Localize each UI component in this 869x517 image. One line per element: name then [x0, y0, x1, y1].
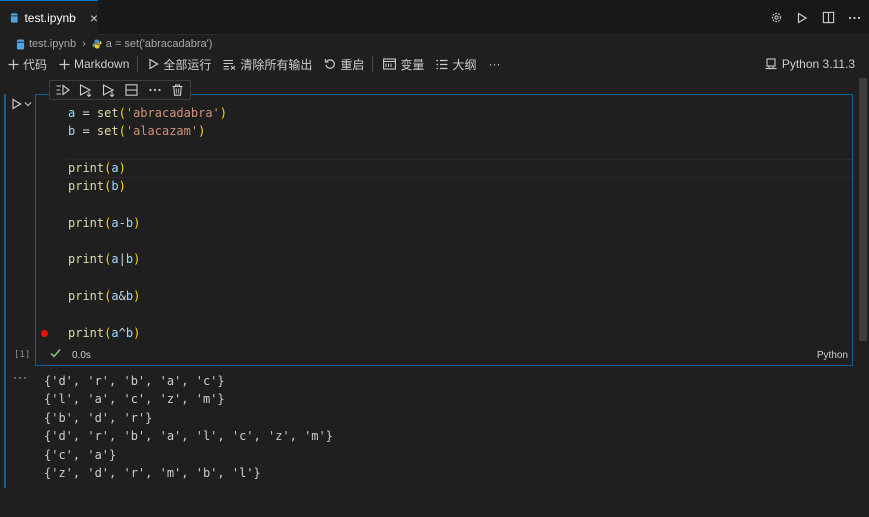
- python-icon: [92, 39, 102, 49]
- run-icon: [12, 98, 22, 110]
- restart-button[interactable]: 重启: [324, 54, 364, 74]
- code-line-9: print(a|b): [68, 252, 141, 267]
- notebook-icon: [10, 13, 18, 23]
- split-cell-icon[interactable]: [124, 83, 139, 98]
- output-line: {'d', 'r', 'b', 'a', 'l', 'c', 'z', 'm'}: [44, 429, 333, 444]
- cell-status-bar: 0.0s Python: [36, 346, 852, 364]
- split-editor-icon[interactable]: [821, 11, 835, 25]
- plus-icon: [59, 59, 70, 69]
- code-line-11: print(a&b): [68, 288, 141, 303]
- close-icon[interactable]: ×: [90, 11, 98, 25]
- notebook-icon: [16, 39, 25, 49]
- run-icon[interactable]: [795, 11, 809, 25]
- kernel-picker[interactable]: Python 3.11.3: [765, 54, 855, 74]
- clear-all-icon: [223, 59, 236, 70]
- code-line-13: print(a^b): [68, 325, 141, 340]
- cell-focus-indicator: [4, 94, 6, 488]
- code-line-2: b = set('alacazam'): [68, 124, 206, 139]
- output-line: {'c', 'a'}: [44, 447, 117, 462]
- cell-output: {'d', 'r', 'b', 'a', 'c'} {'l', 'a', 'c'…: [44, 372, 333, 482]
- restart-icon: [325, 59, 336, 69]
- kernel-label: Python 3.11.3: [781, 57, 855, 71]
- toolbar-divider: [372, 56, 374, 72]
- output-line: {'b', 'd', 'r'}: [44, 410, 153, 425]
- more-cell-actions-icon[interactable]: [147, 83, 162, 98]
- variables-label: 变量: [400, 57, 425, 72]
- code-line-7: print(a-b): [68, 215, 141, 230]
- clear-outputs-button[interactable]: 清除所有输出: [223, 54, 312, 74]
- tab-actions: [769, 0, 861, 35]
- run-all-button[interactable]: 全部运行: [148, 54, 211, 74]
- more-toolbar-button[interactable]: ···: [488, 54, 500, 74]
- breadcrumb-symbol[interactable]: a = set('abracadabra'): [106, 38, 213, 50]
- run-by-line-icon[interactable]: [55, 83, 70, 98]
- tab-label: test.ipynb: [24, 11, 76, 25]
- clear-outputs-label: 清除所有输出: [240, 57, 313, 72]
- breakpoint-icon[interactable]: [41, 330, 48, 337]
- server-icon: [765, 58, 777, 70]
- trash-icon[interactable]: [170, 83, 185, 98]
- notebook-toolbar: 代码 Markdown 全部运行 清除所有输出 重启 变量 大纲 ···: [0, 54, 869, 74]
- execution-count: [1]: [14, 350, 31, 360]
- ellipsis-icon: ···: [488, 57, 501, 71]
- more-actions-icon[interactable]: [847, 11, 861, 25]
- variables-icon: [383, 58, 397, 70]
- output-line: {'z', 'd', 'r', 'm', 'b', 'l'}: [44, 465, 261, 480]
- plus-icon: [8, 59, 19, 69]
- cell-toolbar: [49, 80, 191, 100]
- code-editor[interactable]: a = set('abracadabra') b = set('alacazam…: [68, 104, 227, 342]
- outline-label: 大纲: [452, 57, 477, 72]
- outline-icon: [436, 59, 448, 69]
- add-code-label: 代码: [23, 57, 48, 72]
- chevron-down-icon[interactable]: [24, 100, 32, 108]
- toolbar-divider: [137, 56, 139, 72]
- code-line-4: print(a): [68, 160, 126, 175]
- chevron-right-icon: ›: [82, 38, 86, 50]
- run-all-icon: [149, 58, 160, 70]
- execution-duration: 0.0s: [72, 350, 91, 361]
- output-actions-icon[interactable]: ···: [13, 370, 28, 384]
- check-icon: [50, 349, 61, 358]
- add-markdown-cell-button[interactable]: Markdown: [59, 54, 129, 74]
- breadcrumb: test.ipynb › a = set('abracadabra'): [0, 35, 869, 53]
- tab-test-ipynb[interactable]: test.ipynb ×: [0, 0, 98, 35]
- add-markdown-label: Markdown: [74, 57, 130, 71]
- output-line: {'l', 'a', 'c', 'z', 'm'}: [44, 392, 225, 407]
- output-line: {'d', 'r', 'b', 'a', 'c'}: [44, 374, 225, 388]
- restart-label: 重启: [340, 57, 365, 72]
- code-line-5: print(b): [68, 179, 126, 194]
- outline-button[interactable]: 大纲: [436, 54, 476, 74]
- run-cell-button[interactable]: [11, 98, 32, 110]
- add-code-cell-button[interactable]: 代码: [8, 54, 47, 74]
- code-line-1: a = set('abracadabra'): [68, 106, 227, 120]
- execute-above-icon[interactable]: [78, 83, 93, 98]
- scrollbar-thumb[interactable]: [859, 78, 867, 341]
- breadcrumb-file[interactable]: test.ipynb: [29, 38, 76, 50]
- tab-bar: test.ipynb ×: [0, 0, 869, 35]
- run-all-label: 全部运行: [163, 57, 212, 72]
- cell-language[interactable]: Python: [817, 350, 848, 361]
- gear-icon[interactable]: [769, 11, 783, 25]
- variables-button[interactable]: 变量: [383, 54, 424, 74]
- execute-below-icon[interactable]: [101, 83, 116, 98]
